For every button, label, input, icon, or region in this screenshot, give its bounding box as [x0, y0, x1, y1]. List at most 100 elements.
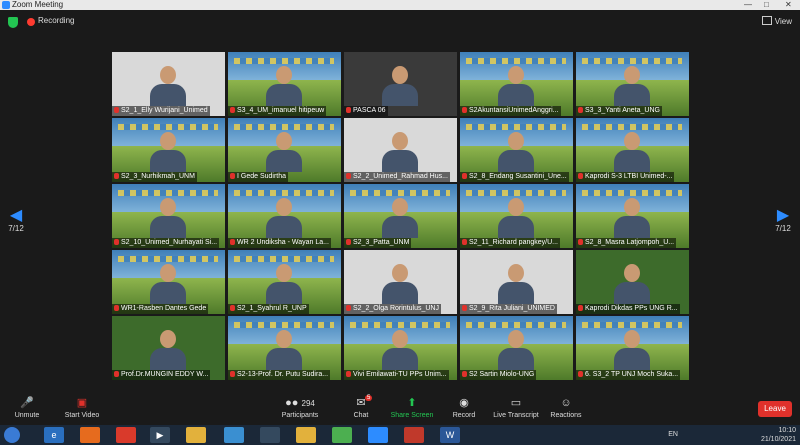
participant-tile[interactable]: S2_3_Patta_UNM — [344, 184, 457, 248]
internet-explorer-icon[interactable]: e — [44, 427, 64, 443]
participants-button[interactable]: ●● 294 Participants — [268, 397, 332, 419]
participant-name-label: S2 Sartin Miolo-UNG — [460, 370, 537, 380]
reactions-button[interactable]: ☺ Reactions — [534, 397, 598, 419]
participant-tile[interactable]: S2_2_Unimed_Rahmad Hus... — [344, 118, 457, 182]
muted-mic-icon — [462, 371, 467, 377]
participant-name-label: S2_1_Syahrul R_UNP — [228, 304, 309, 314]
clock-date[interactable]: 21/10/2021 — [761, 436, 796, 443]
chevron-right-icon: ▶ — [776, 207, 790, 224]
participant-tile[interactable]: S2_10_Unimed_Nurhayati Si... — [112, 184, 225, 248]
participant-video — [614, 328, 650, 370]
participant-name: Vivi Emilawati-TU PPs Unim... — [353, 371, 447, 378]
participant-video — [266, 196, 302, 238]
muted-mic-icon — [462, 305, 467, 311]
participant-video — [150, 262, 186, 304]
participant-video — [266, 262, 302, 304]
participant-tile[interactable]: S2_1_Syahrul R_UNP — [228, 250, 341, 314]
file-explorer-icon[interactable] — [186, 427, 206, 443]
participant-tile[interactable]: S2_3_Nurhikmah_UNM — [112, 118, 225, 182]
participant-name: S3_4_UM_imanuel hitipeuw — [237, 107, 325, 114]
share-screen-label: Share Screen — [390, 412, 434, 419]
view-button[interactable]: View — [761, 16, 792, 26]
previous-page-button[interactable]: ◀ 7/12 — [6, 208, 26, 234]
network-icon[interactable] — [224, 427, 244, 443]
participant-tile[interactable]: Kaprodi S-3 LTBI Unimed-... — [576, 118, 689, 182]
participant-tile[interactable]: PASCA 06 — [344, 52, 457, 116]
participant-name: S2_8_Endang Susantini_Une... — [469, 173, 567, 180]
muted-mic-icon — [114, 305, 119, 311]
participants-count: 294 — [301, 399, 315, 408]
app-icon[interactable] — [260, 427, 280, 443]
windows-taskbar: e ▶ W EN 10:10 21/10/2021 — [0, 425, 800, 445]
participant-name: S2_2_Unimed_Rahmad Hus... — [353, 173, 448, 180]
media-player-icon[interactable]: ▶ — [150, 427, 170, 443]
participant-video — [614, 64, 650, 106]
minimize-icon[interactable]: — — [744, 0, 752, 10]
participant-tile[interactable]: Vivi Emilawati-TU PPs Unim... — [344, 316, 457, 380]
participant-name: S2 Sartin Miolo-UNG — [469, 371, 535, 378]
view-button-label: View — [774, 17, 792, 26]
participant-video — [498, 262, 534, 304]
folder-icon[interactable] — [296, 427, 316, 443]
close-icon[interactable]: ✕ — [785, 0, 792, 10]
participant-tile[interactable]: S2_2_Olga Rorintulus_UNJ — [344, 250, 457, 314]
participant-tile[interactable]: S2_8_Masra Latjompoh_U... — [576, 184, 689, 248]
participant-tile[interactable]: Prof.Dr.MUNGIN EDDY W... — [112, 316, 225, 380]
word-icon[interactable]: W — [440, 427, 460, 443]
participant-video — [498, 64, 534, 106]
participant-name-label: WR 2 Undiksha - Wayan La... — [228, 238, 331, 248]
clock-time[interactable]: 10:10 — [778, 427, 796, 434]
participant-tile[interactable]: S2 Sartin Miolo-UNG — [460, 316, 573, 380]
firefox-icon[interactable] — [80, 427, 100, 443]
participant-name: S2_2_Olga Rorintulus_UNJ — [353, 305, 439, 312]
maximize-icon[interactable]: □ — [764, 0, 769, 10]
system-tray: EN 10:10 21/10/2021 — [668, 426, 796, 444]
store-icon[interactable] — [116, 427, 136, 443]
participants-icon: ●● 294 — [285, 397, 315, 409]
participant-name-label: S2_1_Elly Wurijani_Unimed — [112, 106, 210, 116]
participant-video — [266, 64, 302, 106]
participant-video — [150, 328, 186, 370]
participant-tile[interactable]: 6. S3_2 TP UNJ Moch Suka... — [576, 316, 689, 380]
participant-name: S3_3_Yanti Aneta_UNG — [585, 107, 660, 114]
next-page-button[interactable]: ▶ 7/12 — [773, 207, 793, 234]
participant-tile[interactable]: S2_1_Elly Wurijani_Unimed — [112, 52, 225, 116]
participant-tile[interactable]: S3_3_Yanti Aneta_UNG — [576, 52, 689, 116]
participant-tile[interactable]: WR1-Rasben Dantes Gede — [112, 250, 225, 314]
participant-name: I Gede Sudirtha — [237, 173, 287, 180]
participant-name: Kaprodi S-3 LTBI Unimed-... — [585, 173, 673, 180]
participant-tile[interactable]: S2AkuntansiUnimedAnggri... — [460, 52, 573, 116]
start-button-icon[interactable] — [4, 427, 20, 443]
participant-video — [498, 196, 534, 238]
participant-video-grid: S2_1_Elly Wurijani_Unimed S3_4_UM_imanuel… — [112, 52, 689, 382]
muted-mic-icon — [346, 173, 351, 179]
security-shield-icon[interactable] — [8, 17, 18, 28]
start-video-button[interactable]: ▣ Start Video — [50, 397, 114, 419]
record-label: Record — [452, 412, 476, 419]
participant-name: S2_3_Patta_UNM — [353, 239, 410, 246]
participant-tile[interactable]: S3_4_UM_imanuel hitipeuw — [228, 52, 341, 116]
muted-mic-icon — [578, 173, 583, 179]
participant-video — [382, 130, 418, 172]
participant-tile[interactable]: WR 2 Undiksha - Wayan La... — [228, 184, 341, 248]
participant-name-label: 6. S3_2 TP UNJ Moch Suka... — [576, 370, 681, 380]
participant-tile[interactable]: Kaprodi Dikdas PPs UNG R... — [576, 250, 689, 314]
participant-tile[interactable]: S2_11_Richard pangkey/U... — [460, 184, 573, 248]
participant-name: S2_1_Syahrul R_UNP — [237, 305, 307, 312]
pdf-icon[interactable] — [404, 427, 424, 443]
participant-name-label: S3_3_Yanti Aneta_UNG — [576, 106, 662, 116]
language-indicator[interactable]: EN — [668, 430, 678, 439]
participant-tile[interactable]: S2-13-Prof. Dr. Putu Sudira... — [228, 316, 341, 380]
participant-tile[interactable]: S2_8_Endang Susantini_Une... — [460, 118, 573, 182]
participant-name-label: S2_9_Rita Juliani_UNIMED — [460, 304, 557, 314]
muted-mic-icon — [230, 107, 235, 113]
muted-mic-icon — [230, 305, 235, 311]
participant-name: 6. S3_2 TP UNJ Moch Suka... — [585, 371, 679, 378]
leave-button[interactable]: Leave — [758, 401, 792, 417]
participant-tile[interactable]: I Gede Sudirtha — [228, 118, 341, 182]
participant-tile[interactable]: S2_9_Rita Juliani_UNIMED — [460, 250, 573, 314]
participant-name-label: Prof.Dr.MUNGIN EDDY W... — [112, 370, 211, 380]
chrome-icon[interactable] — [332, 427, 352, 443]
zoom-taskbar-icon[interactable] — [368, 427, 388, 443]
participant-name-label: S2_3_Patta_UNM — [344, 238, 412, 248]
